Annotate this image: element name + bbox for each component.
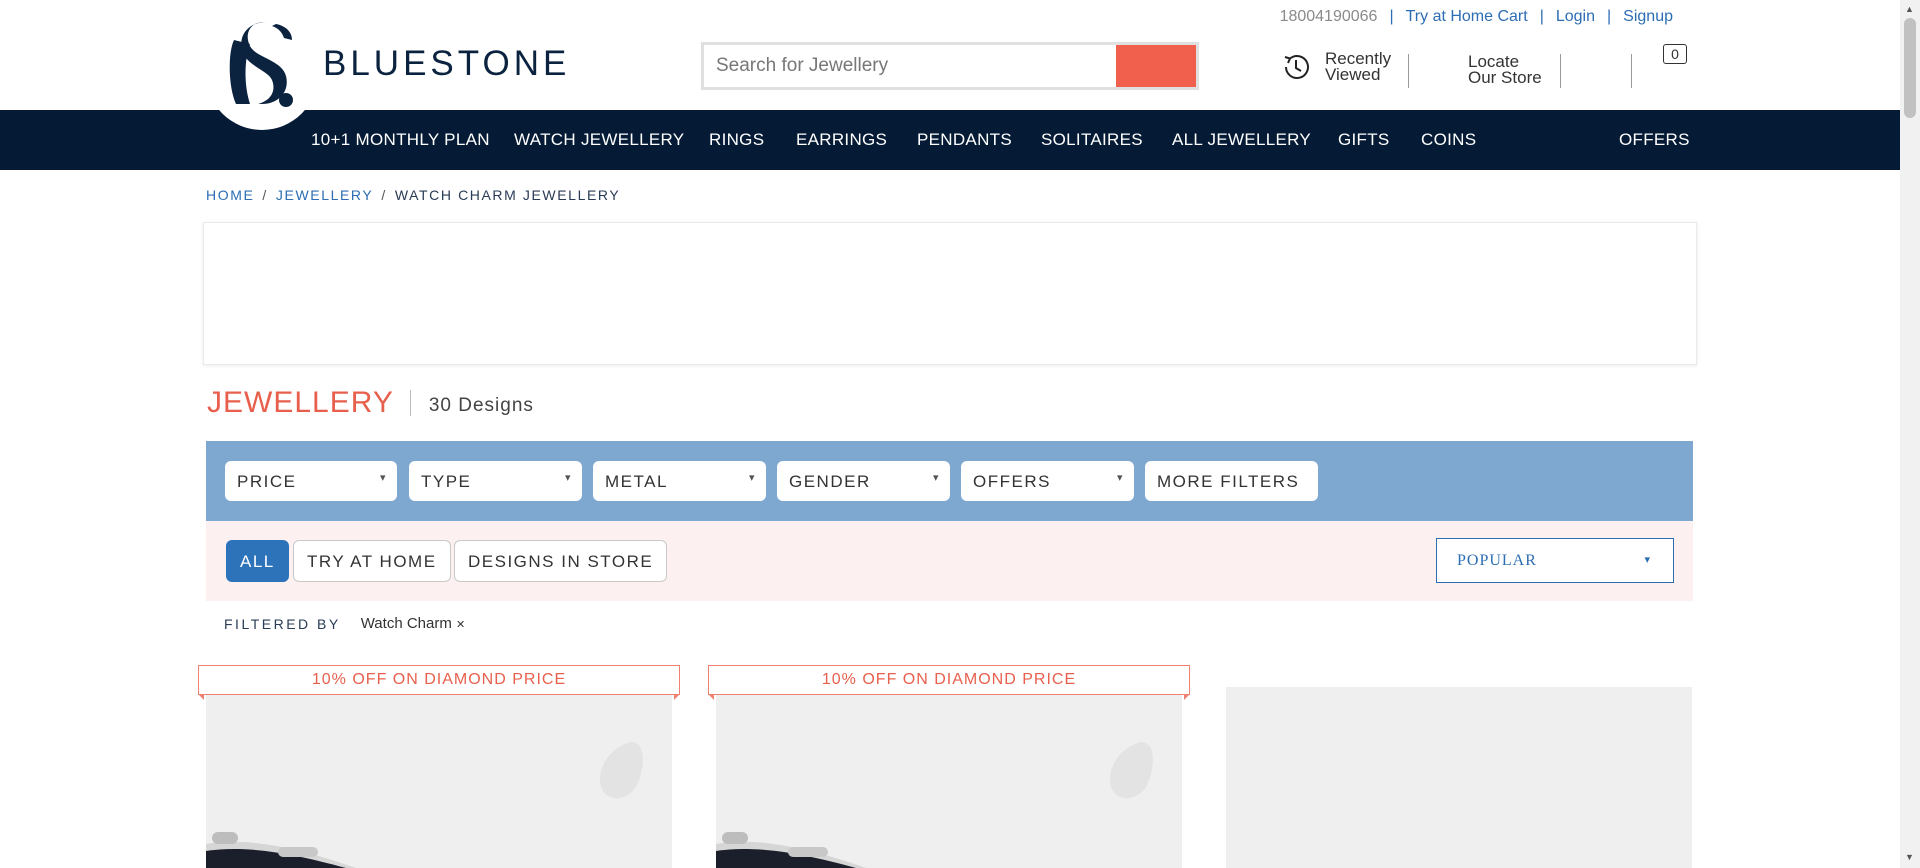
product-image (716, 742, 1153, 868)
page: BLUESTONE 18004190066 | Try at Home Cart… (0, 0, 1920, 868)
filter-price[interactable]: PRICE ▾ (225, 461, 397, 501)
page-title: JEWELLERY (207, 386, 394, 419)
breadcrumb-separator: / (381, 187, 387, 203)
scrollbar[interactable]: ▲ ▼ (1900, 0, 1920, 868)
recently-viewed[interactable]: Recently Viewed (1279, 50, 1397, 84)
listing-title-row: JEWELLERY 30 Designs (207, 386, 534, 420)
breadcrumb: HOME / JEWELLERY / WATCH CHARM JEWELLERY (206, 187, 620, 203)
header: BLUESTONE 18004190066 | Try at Home Cart… (0, 0, 1900, 130)
nav-item-watch-jewellery[interactable]: WATCH JEWELLERY (514, 130, 684, 150)
divider (1631, 54, 1632, 88)
product-offer-ribbon: 10% OFF ON DIAMOND PRICE (708, 665, 1190, 700)
recently-viewed-label: Recently Viewed (1325, 49, 1392, 84)
nav-item-coins[interactable]: COINS (1421, 130, 1476, 150)
product-image (206, 742, 643, 868)
nav-item-offers[interactable]: OFFERS (1619, 130, 1690, 150)
product-offer-ribbon: 10% OFF ON DIAMOND PRICE (198, 665, 680, 700)
filter-label: PRICE (237, 472, 297, 491)
divider (1560, 54, 1561, 88)
breadcrumb-current: WATCH CHARM JEWELLERY (394, 187, 621, 203)
filter-label: OFFERS (973, 472, 1051, 491)
top-links: 18004190066 | Try at Home Cart | Login |… (1280, 8, 1673, 26)
sort-selected-value: POPULAR (1457, 552, 1537, 569)
filter-chip-watch-charm[interactable]: Watch Charm ✕ (361, 615, 466, 632)
search-button[interactable] (1116, 45, 1196, 87)
brand-name[interactable]: BLUESTONE (323, 44, 570, 84)
chevron-down-icon: ▾ (1644, 554, 1651, 566)
filter-metal[interactable]: METAL ▾ (593, 461, 766, 501)
product-card[interactable] (716, 687, 1182, 868)
search-input[interactable] (704, 45, 1116, 87)
breadcrumb-separator: / (262, 187, 268, 203)
product-card[interactable] (206, 687, 672, 868)
more-filters-label: MORE FILTERS (1157, 472, 1300, 491)
breadcrumb-jewellery[interactable]: JEWELLERY (276, 187, 373, 203)
close-icon[interactable]: ✕ (456, 619, 465, 631)
signup-link[interactable]: Signup (1623, 8, 1673, 26)
filter-type[interactable]: TYPE ▾ (409, 461, 582, 501)
filtered-by-row: FILTERED BY Watch Charm ✕ (224, 615, 465, 632)
product-card[interactable] (1226, 687, 1692, 868)
sort-dropdown[interactable]: POPULAR ▾ (1436, 538, 1674, 583)
logo[interactable] (206, 0, 318, 130)
locate-store-link[interactable]: Locate Our Store (1468, 53, 1548, 86)
scroll-down-icon[interactable]: ▼ (1905, 852, 1914, 862)
nav-item-monthly-plan[interactable]: 10+1 MONTHLY PLAN (311, 130, 490, 150)
nav-item-pendants[interactable]: PENDANTS (917, 130, 1012, 150)
separator: | (1539, 8, 1544, 25)
divider (1408, 54, 1409, 88)
breadcrumb-home[interactable]: HOME (206, 187, 254, 203)
filter-label: TYPE (421, 472, 472, 491)
quick-filter-try-at-home[interactable]: TRY AT HOME (293, 540, 451, 582)
filter-label: METAL (605, 472, 668, 491)
phone-number[interactable]: 18004190066 (1280, 8, 1378, 26)
divider (409, 390, 411, 416)
nav-item-all-jewellery[interactable]: ALL JEWELLERY (1172, 130, 1311, 150)
chevron-down-icon: ▾ (748, 472, 756, 484)
more-filters-button[interactable]: MORE FILTERS (1145, 461, 1318, 501)
bluestone-logo-icon (229, 22, 293, 107)
chevron-down-icon: ▾ (932, 472, 940, 484)
separator: | (1389, 8, 1394, 25)
history-icon (1284, 55, 1309, 79)
search-box (701, 42, 1199, 90)
filter-label: GENDER (789, 472, 871, 491)
try-at-home-cart-link[interactable]: Try at Home Cart (1406, 8, 1528, 26)
filtered-by-label: FILTERED BY (224, 615, 341, 632)
nav-item-earrings[interactable]: EARRINGS (796, 130, 887, 150)
filter-gender[interactable]: GENDER ▾ (777, 461, 950, 501)
quick-filter-all[interactable]: ALL (226, 540, 289, 582)
chevron-down-icon: ▾ (1116, 472, 1124, 484)
nav-item-rings[interactable]: RINGS (709, 130, 764, 150)
sort-bar: ALL TRY AT HOME DESIGNS IN STORE POPULAR… (206, 521, 1693, 601)
filter-offers[interactable]: OFFERS ▾ (961, 461, 1134, 501)
chevron-down-icon: ▾ (564, 472, 572, 484)
filter-chip-label: Watch Charm (360, 615, 452, 632)
nav-item-gifts[interactable]: GIFTS (1338, 130, 1390, 150)
quick-filter-designs-in-store[interactable]: DESIGNS IN STORE (454, 540, 668, 582)
nav-item-solitaires[interactable]: SOLITAIRES (1041, 130, 1143, 150)
separator: | (1607, 8, 1612, 25)
cart-count-badge[interactable]: 0 (1663, 44, 1687, 64)
promo-banner (203, 222, 1697, 365)
login-link[interactable]: Login (1556, 8, 1595, 26)
chevron-down-icon: ▾ (379, 472, 387, 484)
scroll-up-icon[interactable]: ▲ (1905, 4, 1914, 14)
filter-bar: PRICE ▾ TYPE ▾ METAL ▾ GENDER ▾ OFFERS ▾… (206, 441, 1693, 521)
design-count: 30 Designs (428, 395, 534, 416)
scrollbar-thumb[interactable] (1904, 18, 1916, 118)
